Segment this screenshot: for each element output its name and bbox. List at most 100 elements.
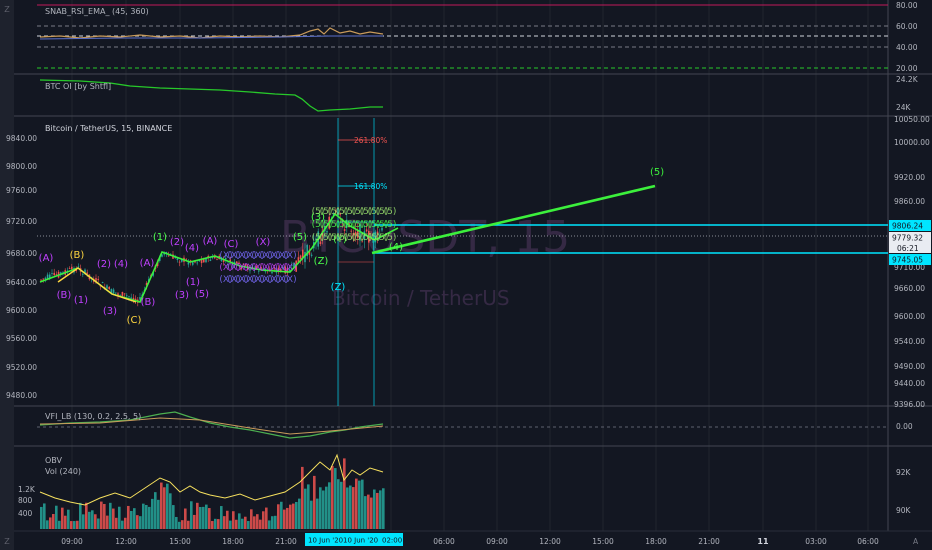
volume-bar xyxy=(73,521,76,529)
volume-bar xyxy=(205,504,208,529)
volume-bar xyxy=(235,519,238,529)
volume-bar xyxy=(139,516,142,529)
wave-label[interactable]: (5) xyxy=(293,232,307,243)
wave-label[interactable]: (3) xyxy=(103,306,117,317)
candle-body xyxy=(97,278,99,280)
price-tag-text: 9806.24 xyxy=(892,222,923,231)
volume-bar xyxy=(250,509,253,529)
volume-bar xyxy=(280,501,283,529)
volume-bar xyxy=(274,515,277,529)
right-tick: 9540.00 xyxy=(894,337,925,346)
volume-tick: 1.2K xyxy=(18,485,36,494)
toolbar-bottom-label[interactable]: Z xyxy=(4,537,10,546)
toolbar-top-label[interactable]: Z xyxy=(4,5,10,14)
wave-label[interactable]: (4) xyxy=(389,242,403,253)
right-tick: 9396.00 xyxy=(894,400,925,409)
volume-bar xyxy=(199,507,202,529)
time-label: 15:00 xyxy=(169,537,191,546)
oi-pane-label[interactable]: BTC OI [by Shtfl] xyxy=(45,82,111,91)
candle-body xyxy=(196,262,198,264)
volume-bar xyxy=(106,515,109,529)
wave-label[interactable]: (B) xyxy=(70,250,85,261)
volume-bar xyxy=(292,503,295,529)
wave-label[interactable]: (1) xyxy=(153,232,167,243)
obv-label[interactable]: OBV xyxy=(45,456,63,465)
candle-body xyxy=(350,230,352,232)
volume-tick: 800 xyxy=(18,496,33,505)
volume-bar xyxy=(244,516,247,529)
volume-bar xyxy=(247,521,250,529)
obv-tick: 92K xyxy=(896,468,912,477)
price-tag-9806[interactable]: 9806.24 xyxy=(889,220,931,231)
price-tag-last[interactable]: 9779.32 xyxy=(889,232,931,243)
volume-label[interactable]: Vol (240) xyxy=(45,467,81,476)
candle-body xyxy=(82,273,84,275)
volume-bar xyxy=(166,483,169,529)
volume-bar xyxy=(304,488,307,529)
volume-bar xyxy=(232,511,235,529)
volume-bar xyxy=(226,510,229,529)
volume-bar xyxy=(79,502,82,529)
wave-label[interactable]: (X) xyxy=(256,237,271,248)
volume-bar xyxy=(46,520,49,529)
wave-label[interactable]: (5) xyxy=(195,289,209,300)
volume-bar xyxy=(148,506,151,529)
wave-label[interactable]: (Z) xyxy=(314,256,329,267)
time-label: 15:00 xyxy=(592,537,614,546)
wave-label[interactable]: (4) xyxy=(114,259,128,270)
volume-bar xyxy=(313,475,316,529)
description-watermark: Bitcoin / TetherUS xyxy=(332,286,510,310)
wave-label[interactable]: (Z) xyxy=(331,282,346,293)
volume-bar xyxy=(334,468,337,529)
wave-label[interactable]: (1) xyxy=(186,277,200,288)
left-tick: 9840.00 xyxy=(6,134,37,143)
candle-body xyxy=(203,259,205,263)
wave-label[interactable]: (B) xyxy=(141,297,156,308)
volume-bar xyxy=(331,465,334,529)
volume-bar xyxy=(229,520,232,529)
wave-label[interactable]: (1) xyxy=(74,295,88,306)
volume-bar xyxy=(316,498,319,529)
candle-body xyxy=(167,255,170,257)
volume-bar xyxy=(367,494,370,529)
main-pane-label[interactable]: Bitcoin / TetherUS, 15, BINANCE xyxy=(45,124,172,133)
volume-bar xyxy=(355,478,358,529)
chart-canvas[interactable]: Z Z SNAB_RSI_EMA_ (45, 360) 80.00 60.00 … xyxy=(0,0,932,550)
volume-bar xyxy=(76,520,79,529)
rsi-pane-label[interactable]: SNAB_RSI_EMA_ (45, 360) xyxy=(45,7,149,16)
tradingview-chart: Z Z SNAB_RSI_EMA_ (45, 360) 80.00 60.00 … xyxy=(0,0,932,550)
left-tick: 9760.00 xyxy=(6,186,37,195)
candle-body xyxy=(112,289,115,294)
volume-bar xyxy=(268,520,271,529)
candle-body xyxy=(53,272,55,276)
wave-label[interactable]: (B) xyxy=(57,290,72,301)
candle-body xyxy=(128,296,130,298)
candle-body xyxy=(187,262,190,265)
wave-label[interactable]: (A) xyxy=(39,253,54,264)
wave-label[interactable]: (C) xyxy=(224,239,239,250)
price-tag-9745[interactable]: 9745.05 xyxy=(889,254,931,265)
price-tag-text: 06:21 xyxy=(897,244,919,253)
candle-body xyxy=(108,286,110,290)
wave-label[interactable]: (3) xyxy=(175,290,189,301)
volume-bar xyxy=(127,505,130,529)
fib-label-161: 161.80% xyxy=(354,182,387,191)
candle-body xyxy=(123,293,126,295)
wave-label[interactable]: (C) xyxy=(127,315,142,326)
volume-bar xyxy=(286,507,289,529)
candle-body xyxy=(101,282,104,284)
volume-bar xyxy=(289,504,292,529)
projected-wave-5-label: (5) xyxy=(650,167,664,178)
vfi-pane-label[interactable]: VFI_LB (130, 0.2, 2.5, 5) xyxy=(45,412,141,421)
left-tick: 9520.00 xyxy=(6,363,37,372)
wave-label[interactable]: (2) xyxy=(97,259,111,270)
rsi-tick-40: 40.00 xyxy=(896,43,918,52)
volume-bar xyxy=(253,516,256,529)
wave-label[interactable]: (4) xyxy=(185,243,199,254)
wave-label[interactable]: (A) xyxy=(140,258,155,269)
price-tag-countdown[interactable]: 06:21 xyxy=(889,243,931,253)
auto-scale-button[interactable]: A xyxy=(913,537,919,546)
wave-label[interactable]: (A) xyxy=(203,236,218,247)
wave-label-cluster: (5) xyxy=(384,220,397,230)
wave-label[interactable]: (2) xyxy=(170,237,184,248)
